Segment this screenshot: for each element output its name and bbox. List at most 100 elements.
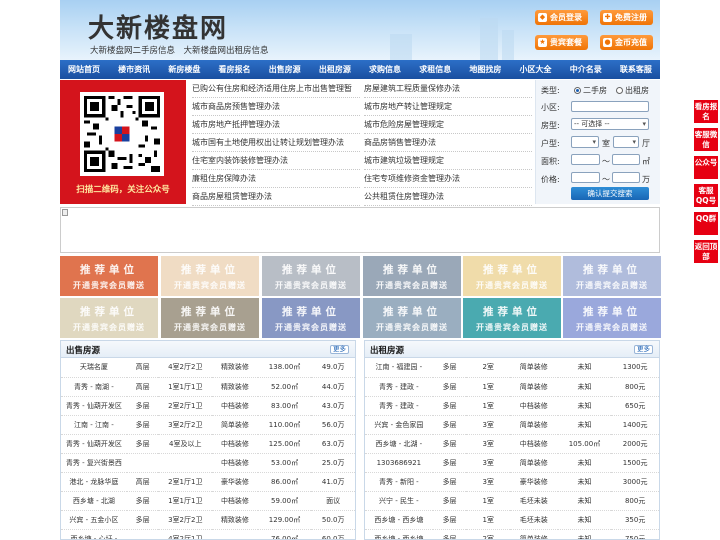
nav-item[interactable]: 联系客服	[620, 64, 652, 75]
policy-link[interactable]: 房屋建筑工程质量保修办法	[364, 80, 532, 98]
table-row[interactable]: 青秀 - 建政 - 多层 1室 中档装修 未知 650元	[365, 396, 659, 416]
nav-item[interactable]: 小区大全	[520, 64, 552, 75]
table-row[interactable]: 西乡塘 - 北湖 多层 1室1厅1卫 中档装修 59.00㎡ 面议	[61, 491, 355, 511]
policy-link[interactable]: 城市建筑垃圾管理规定	[364, 152, 532, 170]
register-button[interactable]: ✚ 免费注册	[600, 10, 653, 25]
nav-item[interactable]: 新房楼盘	[168, 64, 200, 75]
table-row[interactable]: 青秀 - 建政 - 多层 1室 简单装修 未知 800元	[365, 377, 659, 397]
table-cell[interactable]: 港北 - 龙脉华庭	[61, 472, 127, 492]
price-min-input[interactable]	[571, 172, 600, 183]
vip-package-button[interactable]: ★ 贵宾套餐	[535, 35, 588, 50]
policy-link[interactable]: 城市房地产转让管理规定	[364, 98, 532, 116]
ad-banner[interactable]	[60, 207, 660, 253]
table-cell[interactable]: 青秀 - 复兴街景西	[61, 453, 127, 473]
table-cell[interactable]: 青秀 - 建政 -	[365, 396, 433, 416]
policy-link[interactable]: 廉租住房保障办法	[192, 170, 360, 188]
table-row[interactable]: 青秀 - 复兴街景西 中档装修 53.00㎡ 25.0万	[61, 453, 355, 473]
type-radio-rent[interactable]: 出租房	[616, 85, 649, 96]
table-cell[interactable]: 西乡塘 - 北湖 -	[365, 434, 433, 454]
policy-link[interactable]: 公共租赁住房管理办法	[364, 188, 532, 206]
recommend-tile[interactable]: 推荐单位 开通贵宾会员赠送	[463, 256, 561, 296]
recommend-tile[interactable]: 推荐单位 开通贵宾会员赠送	[262, 298, 360, 338]
table-cell[interactable]: 天瑞名厦	[61, 358, 127, 378]
table-cell[interactable]: 1303686921	[365, 453, 433, 473]
nav-item[interactable]: 求租信息	[419, 64, 451, 75]
table-row[interactable]: 青秀 - 南湖 - 高层 1室1厅1卫 精致装修 52.00㎡ 44.0万	[61, 377, 355, 397]
recommend-tile[interactable]: 推荐单位 开通贵宾会员赠送	[563, 298, 661, 338]
table-cell[interactable]: 江南 - 福建园 -	[365, 358, 433, 378]
housetype-select[interactable]: -- 可选择 --	[571, 118, 649, 130]
recommend-tile[interactable]: 推荐单位 开通贵宾会员赠送	[161, 256, 259, 296]
policy-link[interactable]: 已购公有住房和经济适用住房上市出售管理暂	[192, 80, 360, 98]
nav-item[interactable]: 出售房源	[269, 64, 301, 75]
area-max-input[interactable]	[612, 154, 640, 165]
table-cell[interactable]: 青秀 - 仙葫开发区	[61, 434, 127, 454]
table-row[interactable]: 1303686921 多层 3室 简单装修 未知 1500元	[365, 453, 659, 473]
table-row[interactable]: 江南 - 江南 - 多层 3室2厅2卫 简单装修 110.00㎡ 56.0万	[61, 415, 355, 435]
table-row[interactable]: 天瑞名厦 高层 4室2厅2卫 精致装修 138.00㎡ 49.0万	[61, 358, 355, 378]
recommend-tile[interactable]: 推荐单位 开通贵宾会员赠送	[60, 256, 158, 296]
rent-more-button[interactable]: 更多	[634, 345, 653, 354]
recommend-tile[interactable]: 推荐单位 开通贵宾会员赠送	[60, 298, 158, 338]
table-cell[interactable]: 青秀 - 新阳 -	[365, 472, 433, 492]
recommend-tile[interactable]: 推荐单位 开通贵宾会员赠送	[161, 298, 259, 338]
recommend-tile[interactable]: 推荐单位 开通贵宾会员赠送	[363, 298, 461, 338]
table-row[interactable]: 兴宁 - 民生 - 多层 1室 毛坯未装 未知 800元	[365, 491, 659, 511]
table-row[interactable]: 江南 - 福建园 - 多层 2室 简单装修 未知 1300元	[365, 358, 659, 378]
policy-link[interactable]: 城市商品房预售管理办法	[192, 98, 360, 116]
table-row[interactable]: 青秀 - 仙葫开发区 多层 2室2厅1卫 中档装修 83.00㎡ 43.0万	[61, 396, 355, 416]
search-submit-button[interactable]: 确认提交搜索	[571, 187, 649, 200]
table-row[interactable]: 西乡塘 - 西乡塘 多层 2室 简单装修 未知 750元	[365, 529, 659, 539]
room-select[interactable]	[571, 136, 599, 148]
table-cell[interactable]: 西乡塘 - 西乡塘	[365, 529, 433, 539]
recommend-tile[interactable]: 推荐单位 开通贵宾会员赠送	[262, 256, 360, 296]
nav-item[interactable]: 中介名录	[570, 64, 602, 75]
price-max-input[interactable]	[612, 172, 640, 183]
table-row[interactable]: 西乡塘 - 心圩 - 4室2厅1卫 76.00㎡ 60.0万	[61, 529, 355, 539]
table-row[interactable]: 兴宾 - 金色家园 多层 3室 简单装修 未知 1400元	[365, 415, 659, 435]
float-service-wechat[interactable]: 客服微信	[694, 128, 718, 151]
table-row[interactable]: 港北 - 龙脉华庭 高层 2室1厅1卫 豪华装修 86.00㎡ 41.0万	[61, 472, 355, 492]
coin-recharge-button[interactable]: ● 金币充值	[600, 35, 653, 50]
table-cell[interactable]: 兴宾 - 金色家园	[365, 415, 433, 435]
table-cell[interactable]: 兴宾 - 五金小区	[61, 510, 127, 530]
hall-select[interactable]	[613, 136, 639, 148]
table-cell[interactable]: 青秀 - 仙葫开发区	[61, 396, 127, 416]
float-service-qq[interactable]: 客服QQ号	[694, 184, 718, 207]
nav-item[interactable]: 地图找房	[469, 64, 501, 75]
community-input[interactable]	[571, 101, 649, 112]
sale-more-button[interactable]: 更多	[330, 345, 349, 354]
nav-item[interactable]: 求购信息	[369, 64, 401, 75]
type-radio-sale[interactable]: 二手房	[574, 85, 607, 96]
table-cell[interactable]: 江南 - 江南 -	[61, 415, 127, 435]
table-cell[interactable]: 西乡塘 - 西乡塘	[365, 510, 433, 530]
policy-link[interactable]: 商品房销售管理办法	[364, 134, 532, 152]
policy-link[interactable]: 城市国有土地使用权出让转让规划管理办法	[192, 134, 360, 152]
policy-link[interactable]: 商品房屋租赁管理办法	[192, 188, 360, 206]
policy-link[interactable]: 城市房地产抵押管理办法	[192, 116, 360, 134]
table-row[interactable]: 西乡塘 - 西乡塘 多层 1室 毛坯未装 未知 350元	[365, 510, 659, 530]
table-cell[interactable]: 兴宁 - 民生 -	[365, 491, 433, 511]
recommend-tile[interactable]: 推荐单位 开通贵宾会员赠送	[363, 256, 461, 296]
float-qq-group[interactable]: QQ群	[694, 212, 718, 235]
table-cell[interactable]: 青秀 - 南湖 -	[61, 377, 127, 397]
nav-item[interactable]: 楼市资讯	[118, 64, 150, 75]
recommend-tile[interactable]: 推荐单位 开通贵宾会员赠送	[463, 298, 561, 338]
table-row[interactable]: 青秀 - 仙葫开发区 多层 4室及以上 中档装修 125.00㎡ 63.0万	[61, 434, 355, 454]
policy-link[interactable]: 城市危险房屋管理规定	[364, 116, 532, 134]
table-cell[interactable]: 西乡塘 - 心圩 -	[61, 529, 127, 539]
table-row[interactable]: 青秀 - 新阳 - 多层 3室 豪华装修 未知 3000元	[365, 472, 659, 492]
float-back-to-top[interactable]: 返回顶部	[694, 240, 718, 263]
area-min-input[interactable]	[571, 154, 600, 165]
login-button[interactable]: ◆ 会员登录	[535, 10, 588, 25]
float-official-account[interactable]: 公众号	[694, 156, 718, 179]
nav-item[interactable]: 看房报名	[219, 64, 251, 75]
nav-item[interactable]: 出租房源	[319, 64, 351, 75]
policy-link[interactable]: 住宅室内装饰装修管理办法	[192, 152, 360, 170]
table-cell[interactable]: 西乡塘 - 北湖	[61, 491, 127, 511]
site-logo-title[interactable]: 大新楼盘网	[88, 8, 228, 45]
table-row[interactable]: 兴宾 - 五金小区 多层 3室2厅2卫 精致装修 129.00㎡ 50.0万	[61, 510, 355, 530]
recommend-tile[interactable]: 推荐单位 开通贵宾会员赠送	[563, 256, 661, 296]
nav-item[interactable]: 网站首页	[68, 64, 100, 75]
table-row[interactable]: 西乡塘 - 北湖 - 多层 3室 中档装修 105.00㎡ 2000元	[365, 434, 659, 454]
